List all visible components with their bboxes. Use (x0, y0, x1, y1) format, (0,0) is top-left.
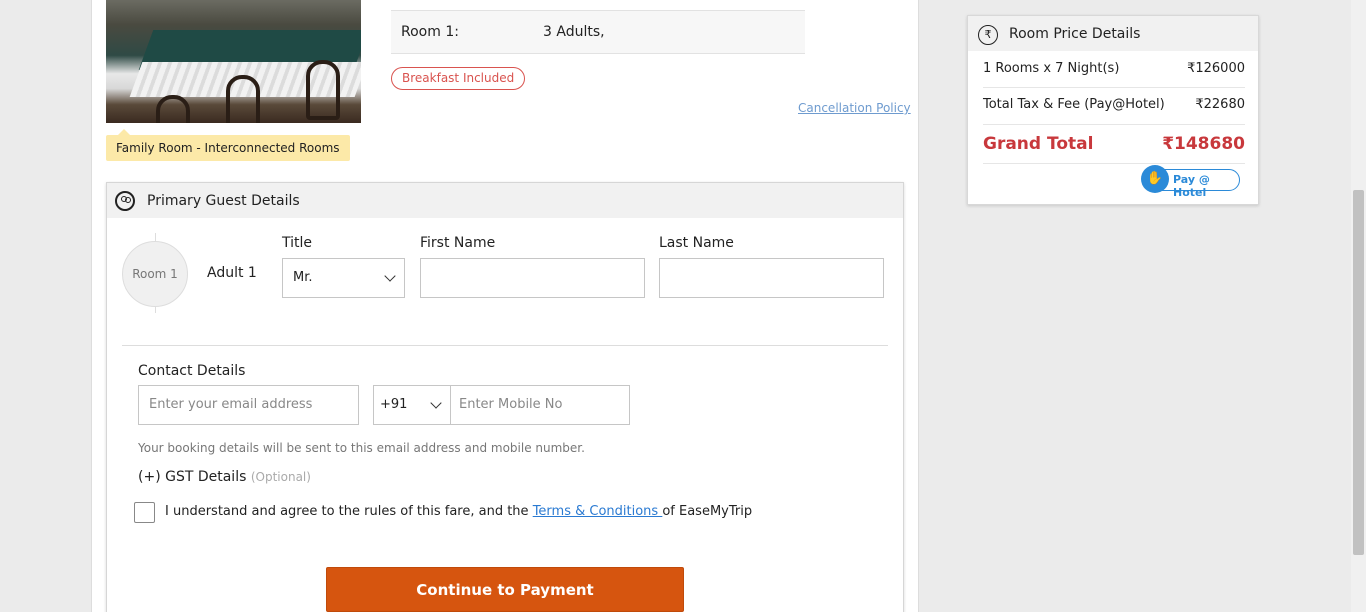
scrollbar-thumb[interactable] (1353, 190, 1364, 555)
gst-label: (+) GST Details (138, 469, 247, 485)
terms-prefix: I understand and agree to the rules of t… (165, 504, 533, 519)
terms-checkbox[interactable] (134, 502, 155, 523)
hotel-room-image (106, 0, 361, 123)
guest-card-title: Primary Guest Details (147, 193, 300, 209)
tax-label: Total Tax & Fee (Pay@Hotel) (983, 97, 1165, 112)
price-row-rooms: 1 Rooms x 7 Night(s) ₹126000 (983, 61, 1245, 88)
rooms-value: ₹126000 (1187, 61, 1245, 76)
price-card-header: ₹ Room Price Details (968, 16, 1258, 51)
mobile-input[interactable]: Enter Mobile No (459, 386, 562, 424)
email-input[interactable]: Enter your email address (138, 385, 359, 425)
contact-hint-text: Your booking details will be sent to thi… (138, 441, 585, 455)
section-divider (122, 345, 888, 346)
guests-icon (115, 191, 135, 211)
room-occupancy-row: Room 1: 3 Adults, (391, 10, 805, 54)
contact-details-label: Contact Details (138, 363, 246, 379)
title-select-value: Mr. (293, 270, 313, 285)
first-name-label: First Name (420, 235, 496, 251)
last-name-input[interactable] (659, 258, 884, 298)
gst-optional-label: (Optional) (250, 470, 311, 484)
room-price-card: ₹ Room Price Details 1 Rooms x 7 Night(s… (967, 15, 1259, 205)
cancellation-policy-link[interactable]: Cancellation Policy (798, 101, 911, 115)
primary-guest-card: Primary Guest Details Room 1 Adult 1 Tit… (106, 182, 904, 612)
pay-at-hotel-badge: ✋ Pay @ Hotel (1141, 165, 1240, 199)
adult-label: Adult 1 (207, 265, 257, 281)
tax-value: ₹22680 (1195, 97, 1245, 112)
title-label: Title (282, 235, 313, 251)
occupancy-label: Room 1: (401, 24, 459, 40)
pay-at-hotel-label: Pay @ Hotel (1173, 173, 1210, 199)
first-name-input[interactable] (420, 258, 645, 298)
price-row-grand-total: Grand Total ₹148680 (983, 134, 1245, 164)
country-code-select[interactable]: +91 (374, 386, 451, 424)
terms-suffix: of EaseMyTrip (662, 504, 753, 519)
chevron-down-icon (430, 397, 442, 409)
page-scrollbar[interactable] (1351, 0, 1366, 612)
continue-to-payment-button[interactable]: Continue to Payment (326, 567, 684, 612)
terms-conditions-link[interactable]: Terms & Conditions (533, 504, 663, 519)
hand-coin-icon: ✋ (1141, 165, 1169, 193)
gst-details-toggle[interactable]: (+) GST Details (Optional) (138, 469, 311, 485)
rooms-label: 1 Rooms x 7 Night(s) (983, 61, 1120, 76)
title-select[interactable]: Mr. (282, 258, 405, 298)
guest-card-header: Primary Guest Details (107, 183, 903, 218)
chevron-down-icon (384, 270, 396, 282)
room-badge: Room 1 (122, 241, 188, 307)
terms-text: I understand and agree to the rules of t… (165, 504, 752, 519)
price-card-title: Room Price Details (1009, 26, 1141, 42)
breakfast-badge: Breakfast Included (391, 67, 526, 90)
price-row-tax: Total Tax & Fee (Pay@Hotel) ₹22680 (983, 97, 1245, 125)
occupancy-value: 3 Adults, (543, 24, 605, 40)
rupee-icon: ₹ (978, 25, 998, 45)
grand-total-label: Grand Total (983, 134, 1094, 154)
mobile-field-group: +91 Enter Mobile No (373, 385, 630, 425)
room-type-tag: Family Room - Interconnected Rooms (106, 129, 350, 161)
country-code-value: +91 (380, 397, 408, 412)
last-name-label: Last Name (659, 235, 734, 251)
grand-total-value: ₹148680 (1162, 134, 1245, 154)
